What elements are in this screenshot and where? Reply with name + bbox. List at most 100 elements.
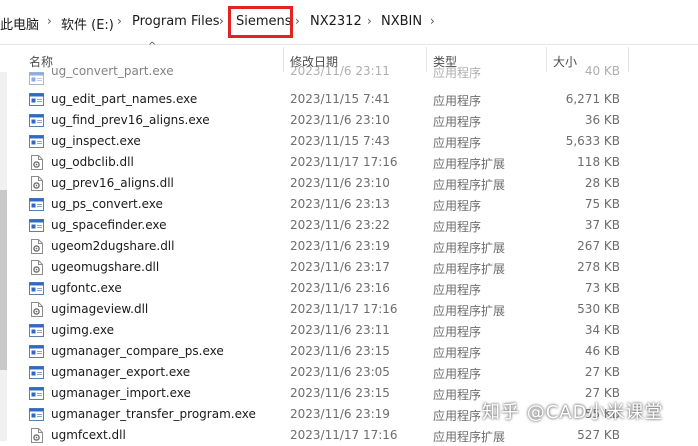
exe-file-icon <box>29 281 44 296</box>
file-date: 2023/11/6 23:15 <box>290 344 390 358</box>
file-name: ug_find_prev16_aligns.exe <box>51 113 210 127</box>
file-row[interactable]: ugmanager_export.exe 2023/11/6 23:05 应用程序 2… <box>0 362 698 383</box>
file-row[interactable]: ugimageview.dll 2023/11/17 17:16 应用程序扩展 530… <box>0 299 698 320</box>
file-type: 应用程序 <box>433 388 482 402</box>
chevron-right-icon[interactable]: › <box>219 14 224 28</box>
file-row[interactable]: ugfontc.exe 2023/11/6 23:16 应用程序 73 KB <box>0 278 698 299</box>
file-size: 73 KB <box>584 281 620 295</box>
file-size: 28 KB <box>584 176 620 190</box>
file-type: 应用程序 <box>433 66 482 80</box>
file-name: ugimageview.dll <box>51 302 149 316</box>
file-row[interactable]: ug_odbclib.dll 2023/11/17 17:16 应用程序扩展 118 … <box>0 152 698 173</box>
file-row[interactable]: ugeomugshare.dll 2023/11/6 23:17 应用程序扩展 278… <box>0 257 698 278</box>
exe-file-icon <box>29 197 44 212</box>
file-name: ugmanager_import.exe <box>51 386 191 400</box>
file-row[interactable]: ugmanager_compare_ps.exe 2023/11/6 23:15 应… <box>0 341 698 362</box>
file-name: ug_edit_part_names.exe <box>51 92 198 106</box>
file-name: ugimg.exe <box>51 323 114 337</box>
breadcrumb: 此电脑 › 软件 (E:) › Program Files › Siemens … <box>0 0 698 45</box>
file-size: 46 KB <box>584 344 620 358</box>
breadcrumb-item-this-pc[interactable]: 此电脑 <box>0 14 39 33</box>
exe-file-icon <box>29 113 44 128</box>
file-row[interactable]: ug_prev16_aligns.dll 2023/11/6 23:10 应用程序扩… <box>0 173 698 194</box>
file-size: 278 KB <box>577 260 620 274</box>
file-name: ug_ps_convert.exe <box>51 197 163 211</box>
breadcrumb-item-nxbin[interactable]: NXBIN <box>381 14 422 29</box>
file-row[interactable]: ug_ps_convert.exe 2023/11/6 23:13 应用程序 75 K… <box>0 194 698 215</box>
file-date: 2023/11/6 23:11 <box>290 323 390 337</box>
file-name: ugeomugshare.dll <box>51 260 160 274</box>
file-date: 2023/11/15 7:43 <box>290 134 390 148</box>
file-name: ugmanager_compare_ps.exe <box>51 344 224 358</box>
dll-file-icon <box>29 302 44 317</box>
file-type: 应用程序扩展 <box>433 304 506 318</box>
file-date: 2023/11/17 17:16 <box>290 428 398 442</box>
file-row[interactable]: ug_spacefinder.exe 2023/11/6 23:22 应用程序 37 … <box>0 215 698 236</box>
file-date: 2023/11/6 23:13 <box>290 197 390 211</box>
chevron-right-icon[interactable]: › <box>295 14 300 28</box>
file-size: 530 KB <box>577 302 620 316</box>
exe-file-icon <box>29 92 44 107</box>
file-type: 应用程序扩展 <box>433 157 506 171</box>
file-row[interactable]: ug_edit_part_names.exe 2023/11/15 7:41 应用程… <box>0 89 698 110</box>
exe-file-icon <box>29 71 44 86</box>
file-type: 应用程序 <box>433 367 482 381</box>
file-size: 34 KB <box>584 323 620 337</box>
chevron-right-icon[interactable]: › <box>367 14 372 28</box>
file-size: 527 KB <box>577 428 620 442</box>
file-name: ug_inspect.exe <box>51 134 141 148</box>
file-date: 2023/11/6 23:19 <box>290 407 390 421</box>
dll-file-icon <box>29 239 44 254</box>
file-size: 27 KB <box>584 365 620 379</box>
file-type: 应用程序扩展 <box>433 241 506 255</box>
file-type: 应用程序扩展 <box>433 178 506 192</box>
file-type: 应用程序 <box>433 94 482 108</box>
file-size: 36 KB <box>584 113 620 127</box>
file-type: 应用程序扩展 <box>433 430 506 444</box>
file-type: 应用程序 <box>433 136 482 150</box>
watermark: 知乎 @CAD小米课堂 <box>482 402 664 423</box>
file-size: 6,271 KB <box>565 92 620 106</box>
file-name: ug_prev16_aligns.dll <box>51 176 174 190</box>
file-size: 37 KB <box>584 218 620 232</box>
file-row[interactable]: ug_convert_part.exe 2023/11/6 23:11 应用程序 40… <box>0 64 698 89</box>
file-date: 2023/11/17 17:16 <box>290 155 398 169</box>
file-name: ug_spacefinder.exe <box>51 218 167 232</box>
file-date: 2023/11/6 23:11 <box>290 64 390 78</box>
file-row[interactable]: ugeom2dugshare.dll 2023/11/6 23:19 应用程序扩展 2… <box>0 236 698 257</box>
exe-file-icon <box>29 344 44 359</box>
file-date: 2023/11/15 7:41 <box>290 92 390 106</box>
file-type: 应用程序 <box>433 115 482 129</box>
file-size: 40 KB <box>584 64 620 78</box>
exe-file-icon <box>29 386 44 401</box>
file-row[interactable]: ug_inspect.exe 2023/11/15 7:43 应用程序 5,633 K… <box>0 131 698 152</box>
file-name: ug_convert_part.exe <box>51 64 174 78</box>
breadcrumb-item-drive[interactable]: 软件 (E:) <box>61 14 114 33</box>
exe-file-icon <box>29 218 44 233</box>
highlight-box <box>228 6 293 38</box>
file-row[interactable]: ug_find_prev16_aligns.exe 2023/11/6 23:10… <box>0 110 698 131</box>
file-name: ugmfcext.dll <box>51 428 126 442</box>
file-size: 267 KB <box>577 239 620 253</box>
file-size: 118 KB <box>577 155 620 169</box>
file-type: 应用程序 <box>433 220 482 234</box>
file-name: ugmanager_transfer_program.exe <box>51 407 256 421</box>
file-date: 2023/11/6 23:19 <box>290 239 390 253</box>
file-date: 2023/11/17 17:16 <box>290 302 398 316</box>
file-name: ugeom2dugshare.dll <box>51 239 175 253</box>
file-type: 应用程序 <box>433 409 482 423</box>
file-row[interactable]: ugimg.exe 2023/11/6 23:11 应用程序 34 KB <box>0 320 698 341</box>
dll-file-icon <box>29 260 44 275</box>
file-size: 75 KB <box>584 197 620 211</box>
chevron-right-icon[interactable]: › <box>430 14 435 28</box>
sort-ascending-icon: ^ <box>148 41 157 52</box>
chevron-right-icon[interactable]: › <box>47 14 52 28</box>
exe-file-icon <box>29 407 44 422</box>
file-row[interactable]: ugmfcext.dll 2023/11/17 17:16 应用程序扩展 527 KB <box>0 425 698 446</box>
chevron-right-icon[interactable]: › <box>117 14 122 28</box>
breadcrumb-item-program-files[interactable]: Program Files <box>132 14 220 29</box>
breadcrumb-item-nx2312[interactable]: NX2312 <box>310 14 362 29</box>
file-date: 2023/11/6 23:22 <box>290 218 390 232</box>
file-type: 应用程序 <box>433 325 482 339</box>
file-type: 应用程序扩展 <box>433 262 506 276</box>
